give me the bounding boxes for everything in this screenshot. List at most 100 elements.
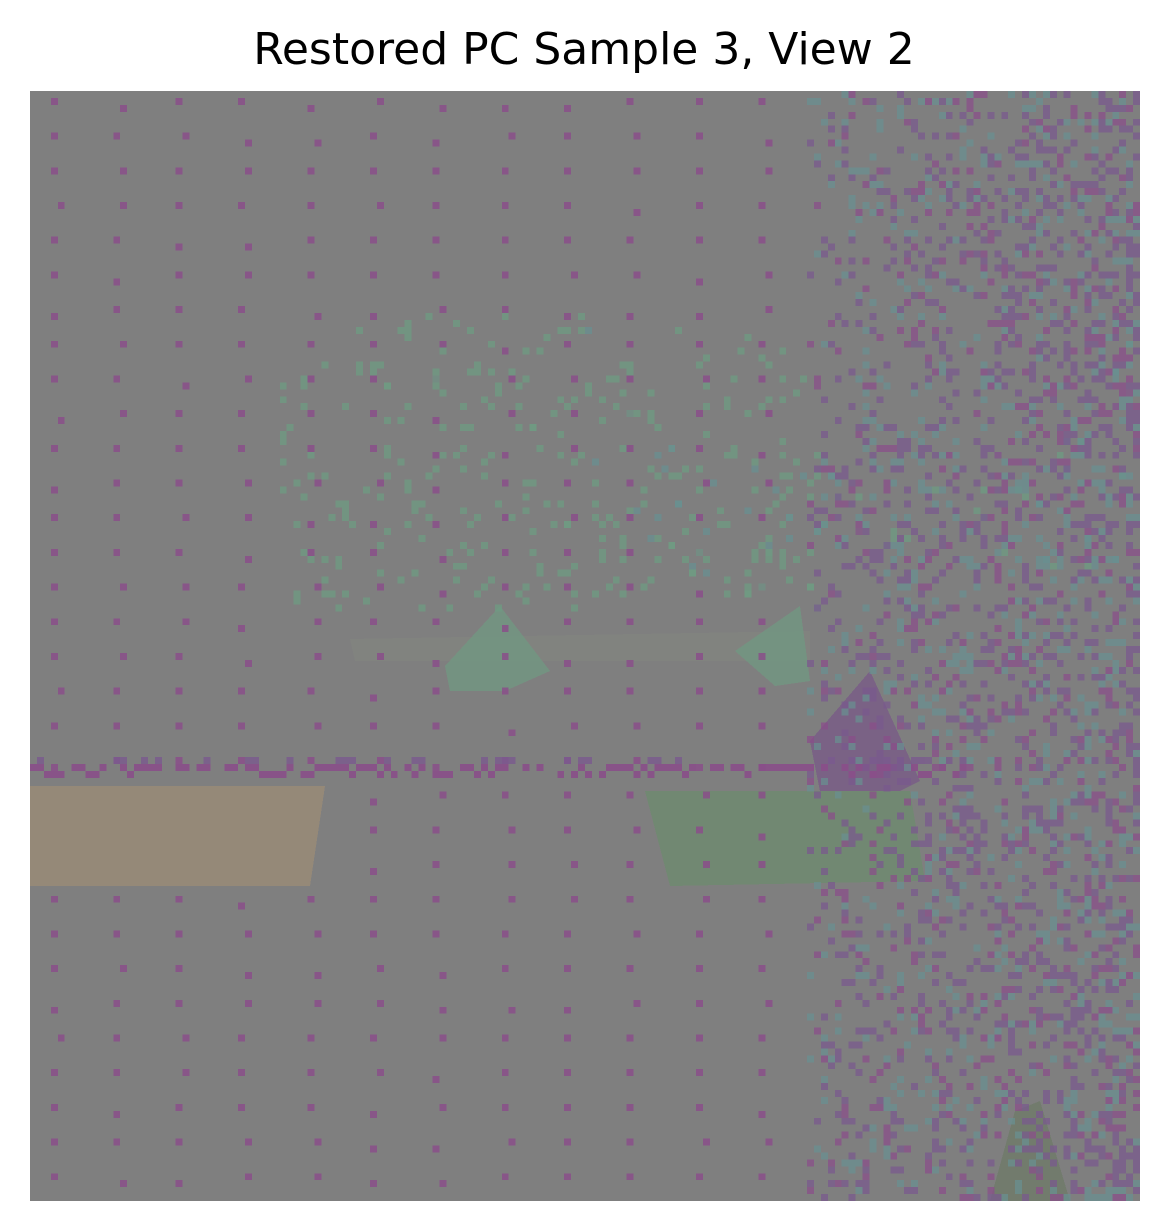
right-scatter-point (966, 555, 974, 563)
green-cluster-point (522, 583, 530, 591)
right-scatter-point (1084, 181, 1092, 189)
right-scatter-point (1070, 944, 1078, 952)
right-scatter-point (1042, 125, 1050, 133)
right-scatter-point (938, 417, 946, 424)
right-scatter-point (1035, 1124, 1043, 1132)
right-scatter-point (890, 687, 898, 695)
right-scatter-point (1091, 167, 1099, 175)
right-scatter-point (1049, 125, 1057, 133)
right-scatter-point (1084, 403, 1092, 411)
right-scatter-point (918, 292, 925, 300)
green-arc-point (980, 486, 988, 494)
lattice-point (307, 1103, 315, 1111)
right-scatter-point (883, 701, 891, 709)
right-scatter-point (1042, 1152, 1050, 1160)
edge-line-point (224, 763, 232, 771)
green-cluster-point (300, 375, 308, 383)
right-scatter-point (883, 188, 891, 196)
right-scatter-point (945, 354, 953, 362)
right-scatter-point (994, 382, 1002, 390)
right-scatter-point (1015, 757, 1023, 764)
lattice-point (369, 1110, 377, 1118)
right-scatter-point (1015, 625, 1023, 633)
edge-line-point (356, 763, 363, 771)
right-scatter-point (980, 424, 988, 431)
right-scatter-point (890, 930, 898, 938)
lattice-point (564, 1103, 572, 1111)
right-scatter-point (1029, 611, 1036, 619)
right-scatter-point (1105, 652, 1113, 660)
right-scatter-point (1105, 895, 1113, 903)
green-arc-point (1022, 479, 1029, 487)
right-scatter-point (1091, 326, 1099, 334)
right-scatter-point (973, 188, 981, 196)
right-scatter-point (1105, 965, 1113, 973)
right-scatter-point (1001, 1194, 1009, 1201)
right-scatter-point (1084, 1138, 1092, 1146)
right-scatter-point (945, 972, 953, 979)
green-cluster-point (619, 444, 627, 452)
right-scatter-point (994, 1034, 1002, 1042)
right-scatter-point (1001, 1083, 1009, 1090)
right-scatter-point (1015, 701, 1023, 709)
right-scatter-point (966, 666, 974, 674)
right-scatter-point (841, 833, 849, 841)
right-scatter-point (1077, 271, 1085, 279)
lattice-point (432, 167, 440, 175)
right-scatter-point (945, 826, 953, 834)
right-scatter-point (862, 972, 870, 979)
right-scatter-point (1112, 1034, 1120, 1042)
green-arc-point (654, 535, 662, 542)
green-cluster-point (418, 535, 426, 542)
right-scatter-point (1001, 500, 1009, 508)
right-scatter-point (1042, 215, 1050, 223)
right-scatter-point (897, 618, 905, 626)
green-cluster-point (744, 410, 752, 418)
right-scatter-point (973, 576, 981, 584)
right-scatter-point (918, 604, 925, 612)
right-scatter-point (1126, 167, 1134, 175)
right-scatter-point (994, 548, 1002, 556)
right-scatter-point (924, 1027, 932, 1035)
right-scatter-point (1091, 299, 1099, 307)
green-cluster-point (342, 514, 350, 522)
lattice-point (120, 167, 128, 175)
right-scatter-point (1126, 271, 1134, 279)
right-scatter-point (1084, 798, 1092, 806)
right-scatter-point (1105, 1020, 1113, 1028)
right-scatter-point (1126, 493, 1134, 501)
green-cluster-point (744, 569, 752, 577)
right-scatter-point (1029, 417, 1036, 424)
right-scatter-point (1063, 757, 1071, 764)
right-scatter-point (1126, 257, 1134, 265)
right-scatter-point (924, 854, 932, 862)
right-scatter-point (827, 1062, 835, 1070)
right-scatter-point (841, 951, 849, 959)
right-scatter-point (994, 1027, 1002, 1035)
right-scatter-point (966, 694, 974, 702)
lattice-point (175, 271, 183, 279)
lattice-point (501, 1103, 509, 1111)
green-arc-point (973, 507, 981, 515)
right-scatter-point (1063, 888, 1071, 896)
right-scatter-point (1035, 958, 1043, 966)
right-scatter-point (897, 1090, 905, 1097)
green-cluster-point (765, 361, 773, 369)
right-scatter-point (931, 97, 939, 105)
right-scatter-point (1112, 215, 1120, 223)
right-scatter-point (1070, 1083, 1078, 1090)
right-scatter-point (973, 847, 981, 855)
lattice-point (307, 271, 315, 279)
edge-line-point (245, 757, 252, 764)
right-scatter-point (945, 403, 953, 411)
right-scatter-point (994, 1076, 1002, 1084)
right-scatter-point (994, 375, 1002, 383)
right-scatter-point (890, 555, 898, 563)
right-scatter-point (1098, 319, 1106, 327)
lattice-point (175, 757, 183, 764)
right-scatter-point (813, 153, 821, 161)
right-scatter-point (1098, 1117, 1106, 1125)
right-scatter-point (904, 486, 912, 494)
lattice-point (314, 583, 322, 591)
right-scatter-point (1049, 861, 1057, 868)
